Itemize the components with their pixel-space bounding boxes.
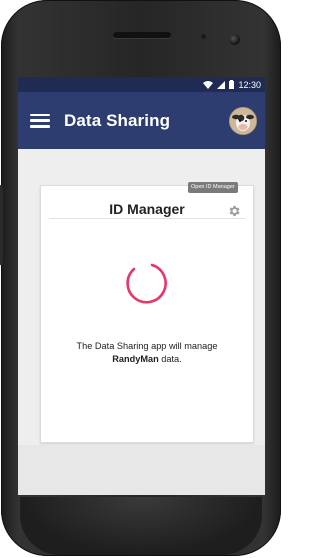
app-bar: Data Sharing [18,92,265,149]
menu-icon[interactable] [30,113,50,128]
device-screen: 12:30 Data Sharing Open ID Manager ID Ma… [18,77,265,495]
speaker-grille [113,32,171,38]
message-username: RandyMan [112,354,159,364]
gear-icon[interactable] [227,204,241,218]
sensor-dot [201,34,206,39]
id-manager-card: Open ID Manager ID Manager The Data Shar… [40,182,254,443]
battery-icon [229,80,235,89]
card-header: ID Manager [49,186,245,219]
cow-avatar-icon [230,108,256,134]
front-camera [229,34,240,45]
loading-spinner [126,263,167,304]
message-text: The Data Sharing app will manage [76,341,218,351]
signal-icon [217,80,226,89]
screen-footer-area [18,445,265,495]
main-content: Open ID Manager ID Manager The Data Shar… [18,149,265,495]
card-title: ID Manager [109,201,185,217]
message-suffix: data. [158,354,182,364]
wifi-icon [203,80,214,89]
phone-chin [20,497,262,555]
avatar[interactable] [229,107,257,135]
side-button[interactable] [0,185,3,265]
status-bar: 12:30 [18,77,265,92]
status-message: The Data Sharing app will manage RandyMa… [41,340,253,366]
status-time: 12:30 [238,79,261,90]
app-title: Data Sharing [64,110,171,130]
